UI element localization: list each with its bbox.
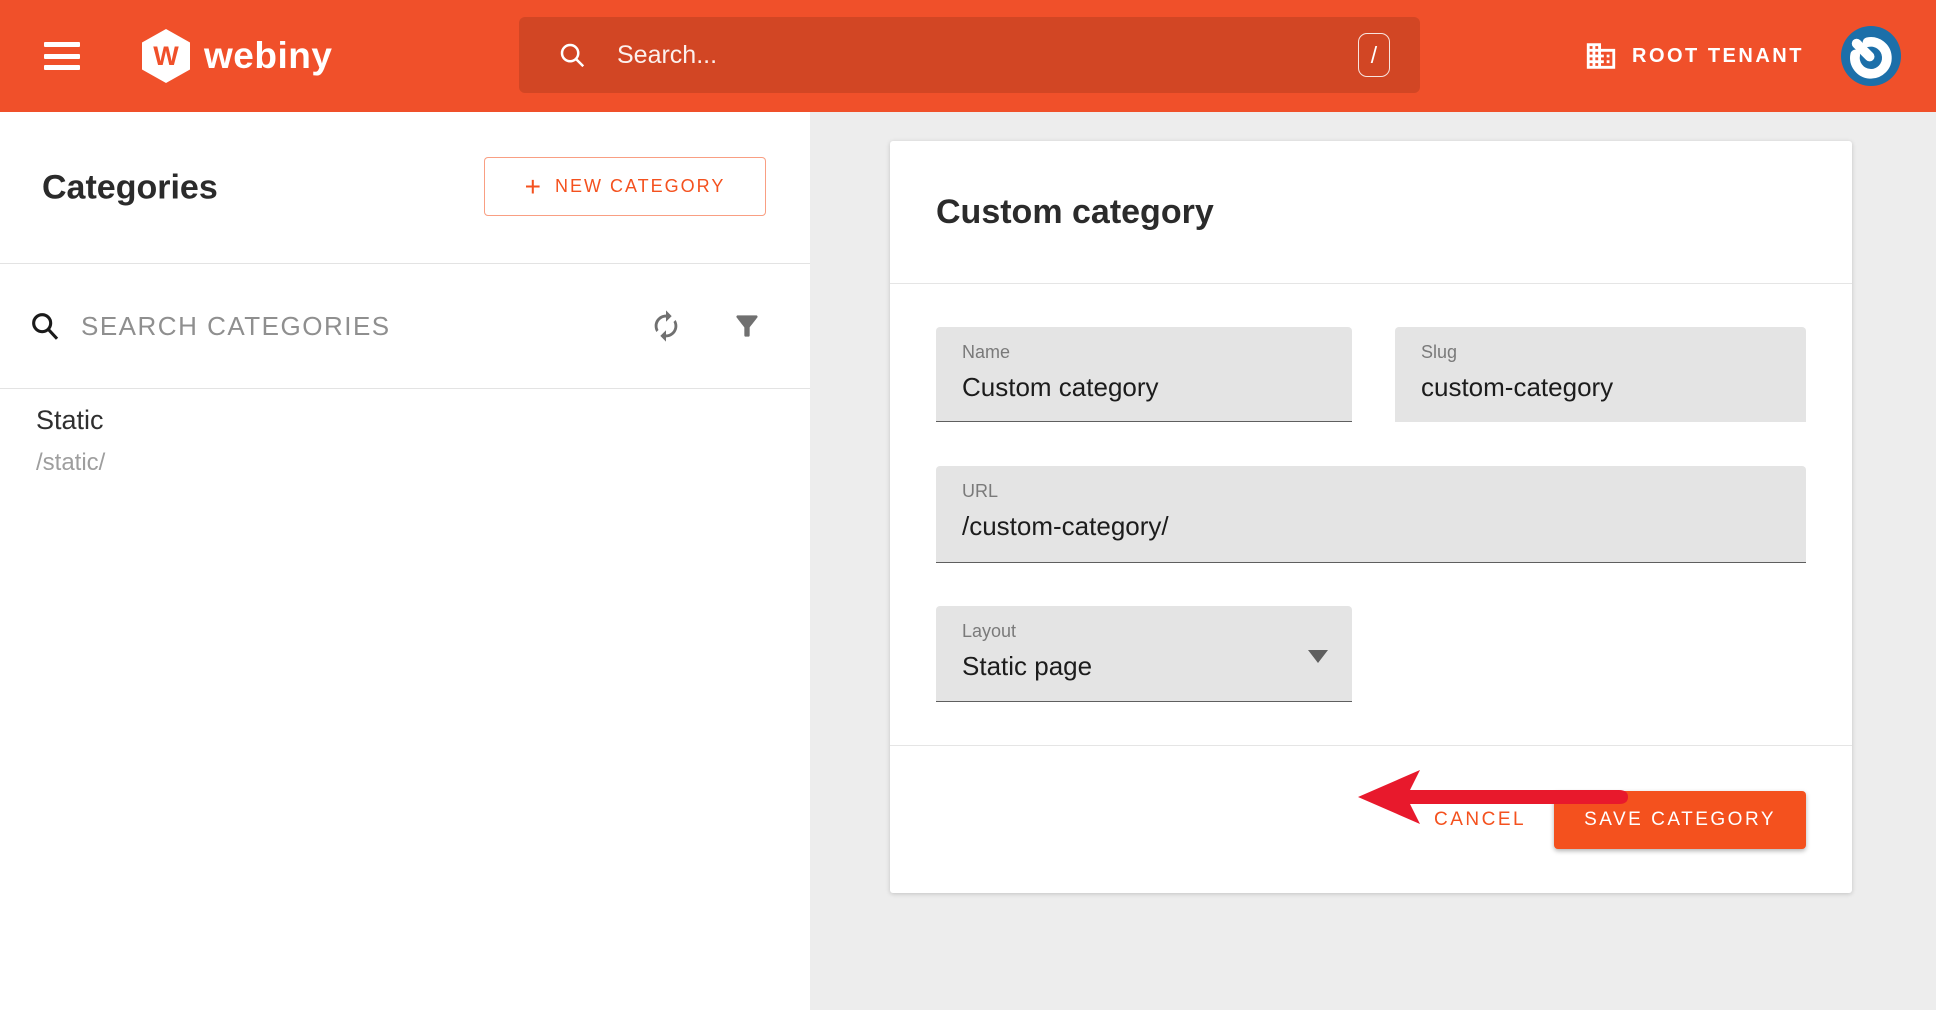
refresh-button[interactable] bbox=[642, 302, 690, 350]
categories-search-row bbox=[0, 264, 810, 388]
slug-input bbox=[1421, 372, 1775, 403]
cancel-button[interactable]: CANCEL bbox=[1420, 799, 1540, 841]
url-field[interactable]: URL bbox=[936, 466, 1806, 563]
save-category-button[interactable]: SAVE CATEGORY bbox=[1554, 791, 1806, 849]
slug-label: Slug bbox=[1421, 342, 1806, 363]
global-search-bar[interactable]: / bbox=[519, 17, 1420, 93]
refresh-icon bbox=[649, 309, 683, 343]
search-categories-input[interactable] bbox=[81, 311, 580, 342]
tenant-label: ROOT TENANT bbox=[1632, 45, 1804, 68]
webiny-logo[interactable]: W webiny bbox=[142, 0, 332, 112]
name-label: Name bbox=[962, 342, 1352, 363]
list-header: Categories + NEW CATEGORY bbox=[0, 112, 810, 263]
url-label: URL bbox=[962, 481, 1806, 502]
form-footer: CANCEL SAVE CATEGORY bbox=[890, 746, 1852, 893]
search-icon bbox=[28, 309, 62, 343]
category-form-card: Custom category Name Slug URL Layout Sta… bbox=[890, 141, 1852, 893]
url-input[interactable] bbox=[962, 511, 1738, 542]
layout-label: Layout bbox=[962, 621, 1352, 642]
category-url: /static/ bbox=[36, 449, 810, 477]
webiny-logo-hexagon-icon: W bbox=[142, 29, 190, 83]
new-category-button[interactable]: + NEW CATEGORY bbox=[484, 157, 766, 216]
name-field[interactable]: Name bbox=[936, 327, 1352, 422]
search-icon bbox=[557, 40, 587, 70]
tenant-selector[interactable]: ROOT TENANT bbox=[1584, 0, 1804, 112]
layout-selected-value: Static page bbox=[962, 651, 1321, 682]
details-area: Custom category Name Slug URL Layout Sta… bbox=[810, 112, 1936, 1010]
top-app-bar: W webiny / ROOT TENANT bbox=[0, 0, 1936, 112]
category-list-item[interactable]: Static /static/ bbox=[0, 389, 810, 497]
page-title: Categories bbox=[42, 168, 218, 207]
categories-list-panel: Categories + NEW CATEGORY Static /static… bbox=[0, 112, 810, 1010]
form-title: Custom category bbox=[936, 193, 1214, 232]
name-input[interactable] bbox=[962, 372, 1321, 403]
form-header: Custom category bbox=[890, 141, 1852, 283]
building-icon bbox=[1584, 39, 1618, 73]
global-search-input[interactable] bbox=[617, 41, 1358, 70]
keyboard-shortcut-badge: / bbox=[1358, 33, 1390, 77]
filter-icon bbox=[731, 310, 763, 342]
webiny-logo-letter: W bbox=[153, 41, 178, 72]
new-category-label: NEW CATEGORY bbox=[555, 176, 725, 197]
filter-button[interactable] bbox=[723, 302, 771, 350]
slug-field: Slug bbox=[1395, 327, 1806, 422]
webiny-wordmark: webiny bbox=[204, 35, 332, 77]
hamburger-menu-icon[interactable] bbox=[44, 42, 80, 70]
plus-icon: + bbox=[525, 173, 541, 201]
category-title: Static bbox=[36, 405, 810, 436]
chevron-down-icon bbox=[1308, 650, 1328, 663]
layout-select[interactable]: Layout Static page bbox=[936, 606, 1352, 702]
form-fields: Name Slug URL Layout Static page bbox=[890, 284, 1852, 745]
user-avatar[interactable] bbox=[1840, 25, 1902, 87]
